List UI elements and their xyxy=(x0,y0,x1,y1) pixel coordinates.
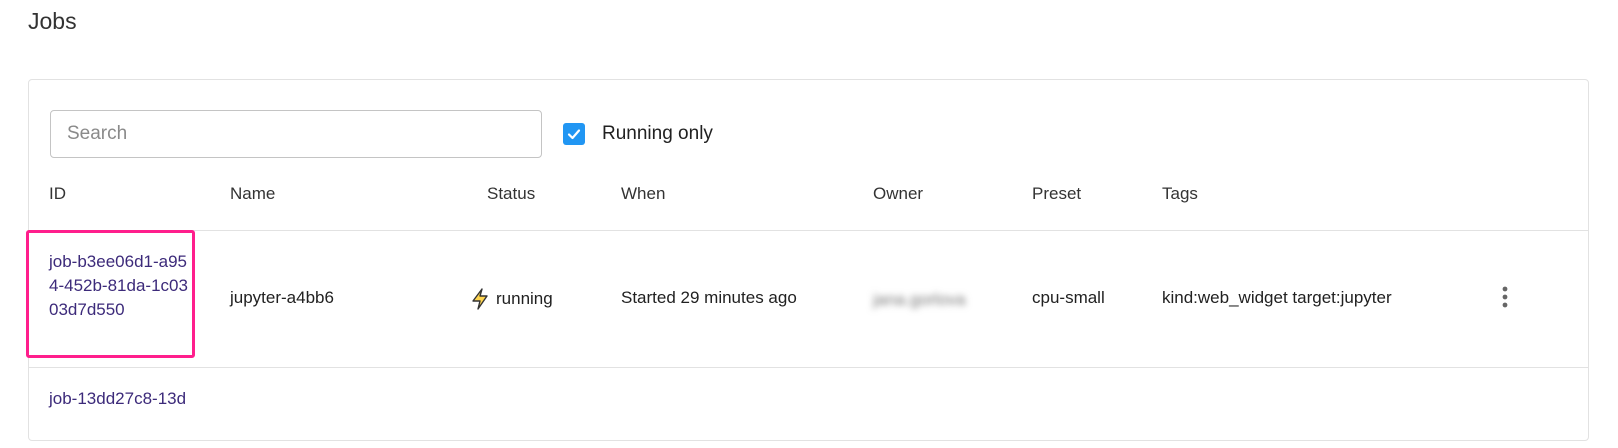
job-owner: jana.gorlova xyxy=(873,290,966,309)
checkmark-icon xyxy=(567,129,581,140)
column-header-preset[interactable]: Preset xyxy=(1032,184,1081,204)
job-id-link[interactable]: job-b3ee06d1-a954-452b-81da-1c0303d7d550 xyxy=(49,250,194,322)
lightning-icon xyxy=(472,288,488,310)
table-header: ID Name Status When Owner Preset Tags xyxy=(29,180,1588,231)
jobs-card: Running only ID Name Status When Owner P… xyxy=(26,79,1589,441)
page-title: Jobs xyxy=(28,8,77,34)
column-header-status[interactable]: Status xyxy=(487,184,535,204)
search-input[interactable] xyxy=(50,110,542,158)
table-row[interactable]: job-13dd27c8-13d xyxy=(29,368,1588,448)
column-header-id[interactable]: ID xyxy=(49,184,66,204)
column-header-owner[interactable]: Owner xyxy=(873,184,923,204)
job-when: Started 29 minutes ago xyxy=(621,288,797,307)
job-name: jupyter-a4bb6 xyxy=(230,288,334,307)
running-only-label: Running only xyxy=(602,123,713,144)
job-preset: cpu-small xyxy=(1032,288,1105,307)
more-vertical-icon xyxy=(1502,286,1508,308)
job-tags: kind:web_widget target:jupyter xyxy=(1162,288,1392,307)
column-header-tags[interactable]: Tags xyxy=(1162,184,1198,204)
column-header-when[interactable]: When xyxy=(621,184,665,204)
table-row[interactable]: job-b3ee06d1-a954-452b-81da-1c0303d7d550… xyxy=(26,230,1588,368)
column-header-name[interactable]: Name xyxy=(230,184,275,204)
job-status-text: running xyxy=(496,289,553,308)
row-menu-button[interactable] xyxy=(1497,282,1513,312)
running-only-checkbox[interactable] xyxy=(563,123,585,145)
job-status: running xyxy=(470,288,553,310)
running-only-filter[interactable]: Running only xyxy=(563,123,713,145)
job-id-link[interactable]: job-13dd27c8-13d xyxy=(49,387,194,411)
